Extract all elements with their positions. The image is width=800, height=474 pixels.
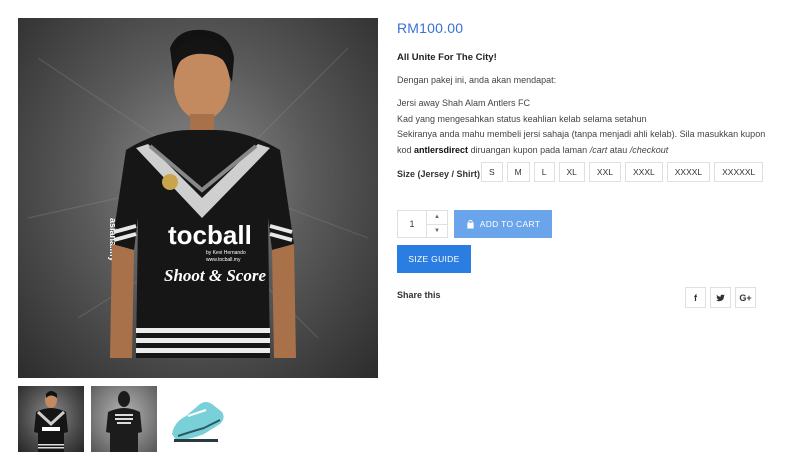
checkout-path: /checkout <box>629 144 669 155</box>
add-to-cart-label: ADD TO CART <box>479 219 541 229</box>
size-option-xl[interactable]: XL <box>558 162 585 182</box>
size-label: Size (Jersey / Shirt) <box>397 169 481 179</box>
product-main-image: tocball by Kevi Hernando www.tocball.my … <box>18 18 378 378</box>
size-guide-button[interactable]: SIZE GUIDE <box>397 245 471 273</box>
quantity-arrows: ▲ ▼ <box>426 211 447 237</box>
cart-path: /cart <box>589 144 608 155</box>
size-option-l[interactable]: L <box>533 162 555 182</box>
twitter-bird-icon <box>716 294 725 301</box>
add-to-cart-button[interactable]: ADD TO CART <box>454 210 552 238</box>
quantity-stepper: ▲ ▼ <box>397 210 448 238</box>
thumbnail-back-jersey[interactable] <box>91 386 157 452</box>
product-description: Jersi away Shah Alam Antlers FC Kad yang… <box>397 96 765 158</box>
thumbnail-front-illustration <box>34 391 68 452</box>
jersey-brand-text: tocball <box>168 220 252 250</box>
coupon-code: antlersdirect <box>414 144 469 155</box>
product-price: RM100.00 <box>397 20 464 36</box>
shopping-bag-icon <box>467 219 474 229</box>
quantity-input[interactable] <box>398 211 426 237</box>
jersey-sponsor-sub-text: by Kevi Hernando <box>206 250 246 256</box>
size-option-m[interactable]: M <box>506 162 530 182</box>
size-option-s[interactable]: S <box>481 162 503 182</box>
coupon-prefix: kod <box>397 144 412 155</box>
jersey-sponsor-url-text: www.tocball.my <box>206 257 241 263</box>
coupon-middle: diruangan kupon pada laman <box>470 144 588 155</box>
facebook-glyph: f <box>694 292 697 303</box>
google-plus-glyph: G+ <box>739 292 752 303</box>
product-tagline: All Unite For The City! <box>397 52 497 63</box>
description-line: Jersi away Shah Alam Antlers FC <box>397 98 531 108</box>
share-icons: f G+ <box>685 287 756 308</box>
size-options: S M L XL XXL XXXL XXXXL XXXXXL <box>481 162 764 182</box>
quantity-decrease-icon[interactable]: ▼ <box>427 223 447 238</box>
quantity-increase-icon[interactable]: ▲ <box>427 211 447 224</box>
size-option-xxxl[interactable]: XXXL <box>624 162 663 182</box>
thumbnail-back-illustration <box>106 391 142 452</box>
size-option-xxxxxl[interactable]: XXXXXL <box>714 162 764 182</box>
thumbnail-football-boot[interactable] <box>164 386 230 452</box>
coupon-or: atau <box>609 144 628 155</box>
thumbnail-boot-illustration <box>172 402 224 442</box>
size-option-xxxxl[interactable]: XXXXL <box>666 162 711 182</box>
google-plus-share-icon[interactable]: G+ <box>735 287 756 308</box>
thumbnail-strip <box>18 386 230 452</box>
coupon-line: kod antlersdirect diruangan kupon pada l… <box>397 143 765 159</box>
product-intro: Dengan pakej ini, anda akan mendapat: <box>397 75 557 85</box>
description-line: Kad yang mengesahkan status keahlian kel… <box>397 113 647 124</box>
model-in-jersey-illustration: tocball by Kevi Hernando www.tocball.my … <box>27 29 369 358</box>
facebook-share-icon[interactable]: f <box>685 287 706 308</box>
size-option-xxl[interactable]: XXL <box>588 162 621 182</box>
twitter-share-icon[interactable] <box>710 287 731 308</box>
thumbnail-front-jersey[interactable] <box>18 386 84 452</box>
description-line: Sekiranya anda mahu membeli jersi sahaja… <box>397 129 766 139</box>
jersey-slogan-text: Shoot & Score <box>164 266 266 285</box>
share-label: Share this <box>397 290 441 300</box>
